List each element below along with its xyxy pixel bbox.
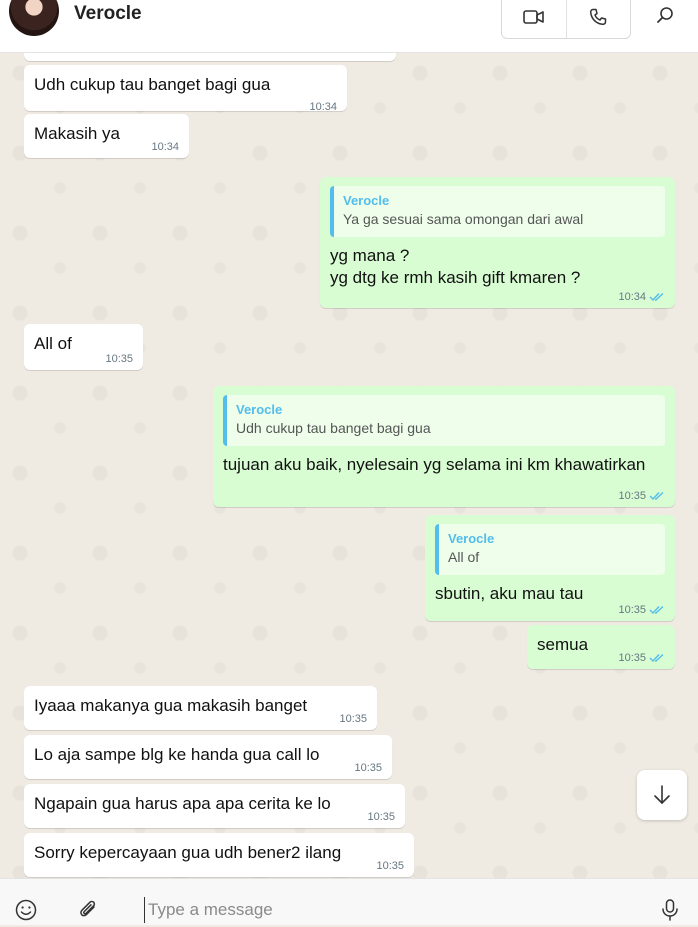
message-input[interactable]: [144, 897, 630, 923]
contact-avatar[interactable]: [9, 0, 59, 36]
quote-author: Verocle: [343, 193, 390, 208]
message-time: 10:35: [354, 762, 382, 774]
voice-message-button[interactable]: [660, 898, 680, 927]
message-text: Iyaaa makanya gua makasih banget: [34, 696, 308, 715]
message-time: 10:35: [376, 860, 404, 872]
message-bubble-incoming[interactable]: Iyaaa makanya gua makasih banget 10:35: [24, 686, 377, 730]
voice-call-button[interactable]: [565, 0, 631, 38]
message-time: 10:35: [339, 713, 367, 725]
message-text-line: yg mana ?: [330, 246, 410, 265]
quoted-message[interactable]: Verocle Ya ga sesuai sama omongan dari a…: [330, 186, 665, 237]
message-bubble-incoming[interactable]: All of 10:35: [24, 324, 143, 370]
emoji-button[interactable]: [14, 898, 38, 927]
message-bubble-outgoing[interactable]: semua 10:35: [527, 625, 675, 669]
message-time: 10:35: [367, 811, 395, 823]
message-bubble-incoming[interactable]: Ngapain gua harus apa apa cerita ke lo 1…: [24, 784, 405, 828]
chat-header: Verocle: [0, 0, 698, 53]
quoted-message[interactable]: Verocle Udh cukup tau banget bagi gua: [223, 395, 665, 446]
video-call-button[interactable]: [502, 0, 566, 38]
message-time: 10:35: [618, 604, 665, 616]
message-time: 10:34: [151, 141, 179, 153]
emoji-icon: [15, 899, 37, 921]
message-bubble-incoming[interactable]: Sorry kepercayaan gua udh bener2 ilang 1…: [24, 833, 414, 877]
read-receipt-icon: [649, 653, 664, 663]
message-text: All of: [34, 334, 72, 353]
message-text: Udh cukup tau banget bagi gua: [34, 75, 271, 94]
quote-author: Verocle: [448, 531, 495, 546]
quote-text: All of: [448, 549, 480, 565]
read-receipt-icon: [649, 292, 664, 302]
message-text-line: yg dtg ke rmh kasih gift kmaren ?: [330, 268, 581, 287]
call-button-group: [501, 0, 631, 39]
voice-call-icon: [590, 8, 607, 25]
quote-text: Udh cukup tau banget bagi gua: [236, 420, 431, 436]
message-bubble-incoming[interactable]: Udh cukup tau banget bagi gua 10:34: [24, 65, 347, 113]
search-icon: [657, 7, 673, 23]
message-bubble-incoming[interactable]: Makasih ya 10:34: [24, 114, 189, 158]
message-composer: [0, 878, 698, 925]
message-bubble-incoming[interactable]: Lo aja sampe blg ke handa gua call lo 10…: [24, 735, 392, 779]
message-bubble-outgoing[interactable]: Verocle Udh cukup tau banget bagi gua tu…: [213, 386, 675, 507]
message-text: sbutin, aku mau tau: [435, 584, 584, 603]
message-time: 10:35: [618, 490, 665, 502]
message-text: Ngapain gua harus apa apa cerita ke lo: [34, 794, 331, 813]
message-bubble-cut: [24, 53, 396, 61]
microphone-icon: [662, 899, 678, 921]
attach-button[interactable]: [77, 898, 99, 927]
contact-name[interactable]: Verocle: [74, 3, 142, 25]
paperclip-icon: [80, 900, 96, 917]
arrow-down-icon: [654, 785, 670, 804]
quoted-message[interactable]: Verocle All of: [435, 524, 665, 575]
read-receipt-icon: [649, 605, 664, 615]
message-text: Sorry kepercayaan gua udh bener2 ilang: [34, 843, 342, 862]
search-button[interactable]: [648, 0, 682, 30]
read-receipt-icon: [649, 491, 664, 501]
message-list[interactable]: Udh cukup tau banget bagi gua 10:34 Maka…: [0, 53, 698, 878]
video-call-icon: [522, 9, 544, 24]
message-text: tujuan aku baik, nyelesain yg selama ini…: [223, 455, 646, 474]
message-time: 10:34: [618, 291, 665, 303]
scroll-to-bottom-button[interactable]: [637, 770, 687, 820]
quote-text: Ya ga sesuai sama omongan dari awal: [343, 211, 584, 227]
message-time: 10:35: [618, 652, 665, 664]
message-text: Lo aja sampe blg ke handa gua call lo: [34, 745, 320, 764]
message-time: 10:34: [309, 101, 337, 113]
message-bubble-outgoing[interactable]: Verocle Ya ga sesuai sama omongan dari a…: [320, 177, 675, 308]
quote-author: Verocle: [236, 402, 283, 417]
message-time: 10:35: [105, 353, 133, 365]
message-bubble-outgoing[interactable]: Verocle All of sbutin, aku mau tau 10:35: [425, 515, 675, 621]
